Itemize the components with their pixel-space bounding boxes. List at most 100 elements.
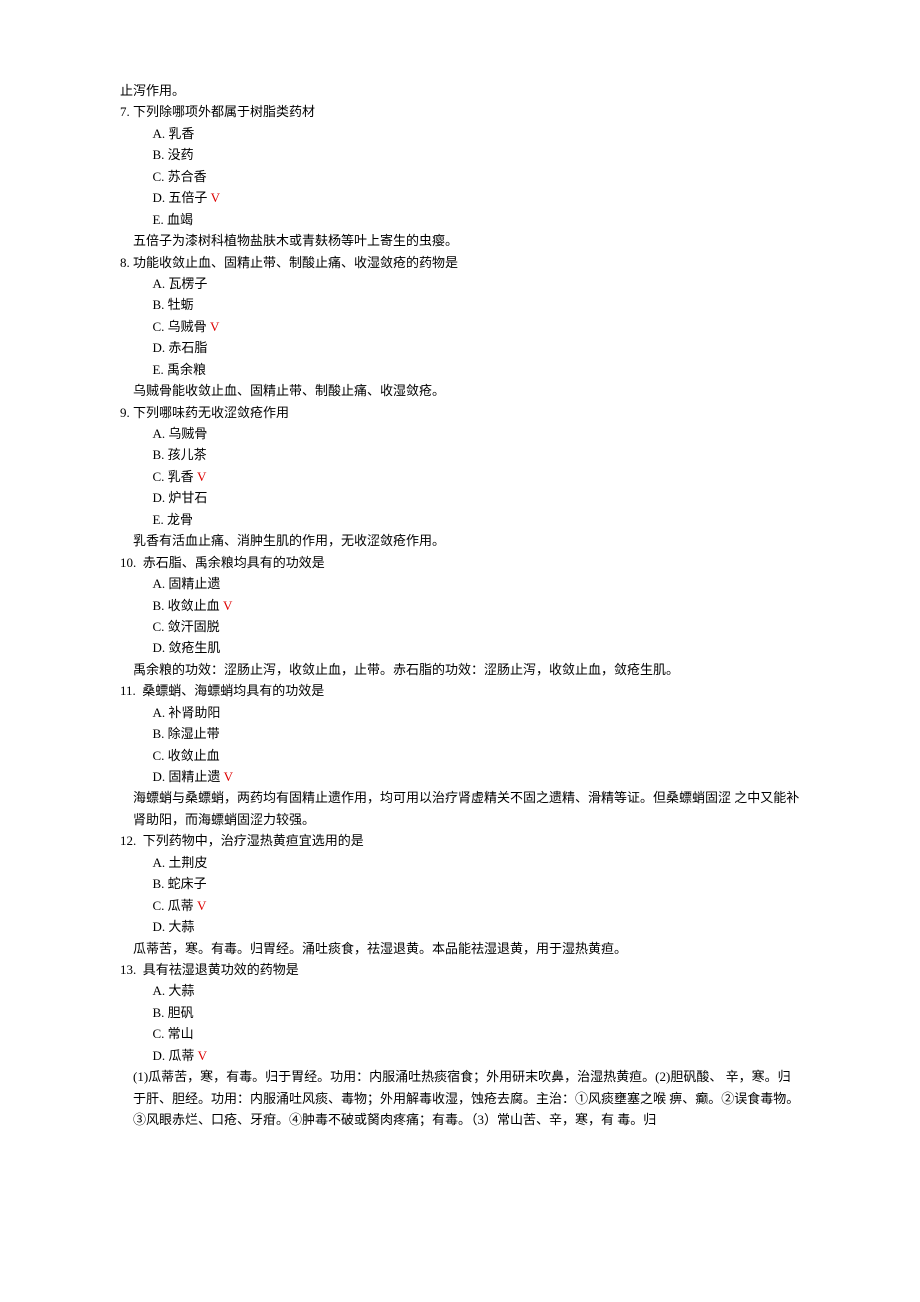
question-number: 8. — [120, 255, 133, 270]
option-line: B. 孩儿茶 — [153, 444, 801, 465]
option-text: 没药 — [168, 147, 194, 162]
option-line: C. 乳香 V — [153, 466, 801, 487]
question-stem: 13. 具有祛湿退黄功效的药物是 — [120, 959, 800, 980]
option-line: A. 补肾助阳 — [153, 702, 801, 723]
explanation-text: (1)瓜蒂苦，寒，有毒。归于胃经。功用：内服涌吐热痰宿食；外用研末吹鼻，治湿热黄… — [133, 1066, 800, 1130]
question-stem: 7. 下列除哪项外都属于树脂类药材 — [120, 101, 800, 122]
option-line: E. 血竭 — [153, 209, 801, 230]
correct-mark-icon: V — [197, 898, 206, 913]
option-line: B. 牡蛎 — [153, 294, 801, 315]
option-text: 乳香 — [168, 126, 194, 141]
question-text: 具有祛湿退黄功效的药物是 — [140, 962, 299, 977]
option-label: E. — [153, 512, 167, 527]
option-label: C. — [153, 619, 168, 634]
question-number: 9. — [120, 405, 133, 420]
option-label: C. — [153, 1026, 168, 1041]
option-line: B. 蛇床子 — [153, 873, 801, 894]
explanation-text: 海螵蛸与桑螵蛸，两药均有固精止遗作用，均可用以治疗肾虚精关不固之遗精、滑精等证。… — [133, 787, 800, 830]
option-label: A. — [153, 276, 169, 291]
option-text: 赤石脂 — [168, 340, 207, 355]
option-text: 固精止遗 — [168, 576, 220, 591]
question-number: 13. — [120, 962, 140, 977]
option-line: D. 瓜蒂 V — [153, 1045, 801, 1066]
option-text: 蛇床子 — [168, 876, 207, 891]
option-text: 瓜蒂 — [168, 1048, 194, 1063]
question-stem: 11. 桑螵蛸、海螵蛸均具有的功效是 — [120, 680, 800, 701]
option-line: B. 收敛止血 V — [153, 595, 801, 616]
question-number: 11. — [120, 683, 139, 698]
explanation-text: 乳香有活血止痛、消肿生肌的作用，无收涩敛疮作用。 — [133, 530, 800, 551]
explanation-text: 瓜蒂苦，寒。有毒。归胃经。涌吐痰食，祛湿退黄。本品能祛湿退黄，用于湿热黄疸。 — [133, 938, 800, 959]
option-text: 大蒜 — [168, 919, 194, 934]
option-text: 固精止遗 — [168, 769, 220, 784]
option-line: A. 土荆皮 — [153, 852, 801, 873]
option-text: 牡蛎 — [168, 297, 194, 312]
option-line: A. 瓦楞子 — [153, 273, 801, 294]
option-label: B. — [153, 297, 168, 312]
option-label: D. — [153, 190, 169, 205]
option-text: 乳香 — [168, 469, 194, 484]
question-text: 下列除哪项外都属于树脂类药材 — [133, 104, 315, 119]
option-text: 乌贼骨 — [168, 426, 207, 441]
option-label: D. — [153, 490, 169, 505]
option-line: C. 收敛止血 — [153, 745, 801, 766]
option-line: D. 五倍子 V — [153, 187, 801, 208]
option-text: 收敛止血 — [168, 598, 220, 613]
question-stem: 10. 赤石脂、禹余粮均具有的功效是 — [120, 552, 800, 573]
question-stem: 12. 下列药物中，治疗湿热黄疸宜选用的是 — [120, 830, 800, 851]
option-label: E. — [153, 212, 167, 227]
option-label: D. — [153, 640, 169, 655]
option-line: D. 炉甘石 — [153, 487, 801, 508]
option-line: A. 固精止遗 — [153, 573, 801, 594]
question-text: 赤石脂、禹余粮均具有的功效是 — [140, 555, 325, 570]
option-line: B. 胆矾 — [153, 1002, 801, 1023]
option-label: A. — [153, 426, 169, 441]
option-label: A. — [153, 576, 169, 591]
option-text: 土荆皮 — [168, 855, 207, 870]
option-label: B. — [153, 1005, 168, 1020]
option-text: 收敛止血 — [168, 748, 220, 763]
option-label: D. — [153, 1048, 169, 1063]
question-text: 功能收敛止血、固精止带、制酸止痛、收湿敛疮的药物是 — [133, 255, 458, 270]
option-line: D. 固精止遗 V — [153, 766, 801, 787]
option-line: E. 龙骨 — [153, 509, 801, 530]
correct-mark-icon: V — [210, 319, 219, 334]
option-text: 瓜蒂 — [168, 898, 194, 913]
correct-mark-icon: V — [211, 190, 220, 205]
option-label: B. — [153, 726, 168, 741]
question-text: 桑螵蛸、海螵蛸均具有的功效是 — [139, 683, 324, 698]
option-line: A. 乌贼骨 — [153, 423, 801, 444]
option-text: 胆矾 — [168, 1005, 194, 1020]
option-line: C. 乌贼骨 V — [153, 316, 801, 337]
option-line: B. 除湿止带 — [153, 723, 801, 744]
option-label: B. — [153, 147, 168, 162]
question-stem: 8. 功能收敛止血、固精止带、制酸止痛、收湿敛疮的药物是 — [120, 252, 800, 273]
option-line: D. 大蒜 — [153, 916, 801, 937]
option-text: 龙骨 — [167, 512, 193, 527]
option-text: 补肾助阳 — [168, 705, 220, 720]
option-text: 血竭 — [167, 212, 193, 227]
correct-mark-icon: V — [224, 769, 233, 784]
option-text: 敛疮生肌 — [168, 640, 220, 655]
question-number: 7. — [120, 104, 133, 119]
correct-mark-icon: V — [223, 598, 232, 613]
correct-mark-icon: V — [197, 469, 206, 484]
question-number: 10. — [120, 555, 140, 570]
option-line: D. 敛疮生肌 — [153, 637, 801, 658]
option-label: B. — [153, 598, 168, 613]
option-label: A. — [153, 126, 169, 141]
option-text: 除湿止带 — [168, 726, 220, 741]
option-line: C. 瓜蒂 V — [153, 895, 801, 916]
option-label: C. — [153, 898, 168, 913]
option-label: E. — [153, 362, 167, 377]
option-label: A. — [153, 983, 169, 998]
option-line: E. 禹余粮 — [153, 359, 801, 380]
question-text: 下列药物中，治疗湿热黄疸宜选用的是 — [140, 833, 364, 848]
option-text: 孩儿茶 — [168, 447, 207, 462]
option-line: C. 常山 — [153, 1023, 801, 1044]
option-label: D. — [153, 769, 169, 784]
explanation-text: 乌贼骨能收敛止血、固精止带、制酸止痛、收湿敛疮。 — [133, 380, 800, 401]
option-text: 炉甘石 — [168, 490, 207, 505]
option-label: C. — [153, 169, 168, 184]
option-line: C. 敛汗固脱 — [153, 616, 801, 637]
